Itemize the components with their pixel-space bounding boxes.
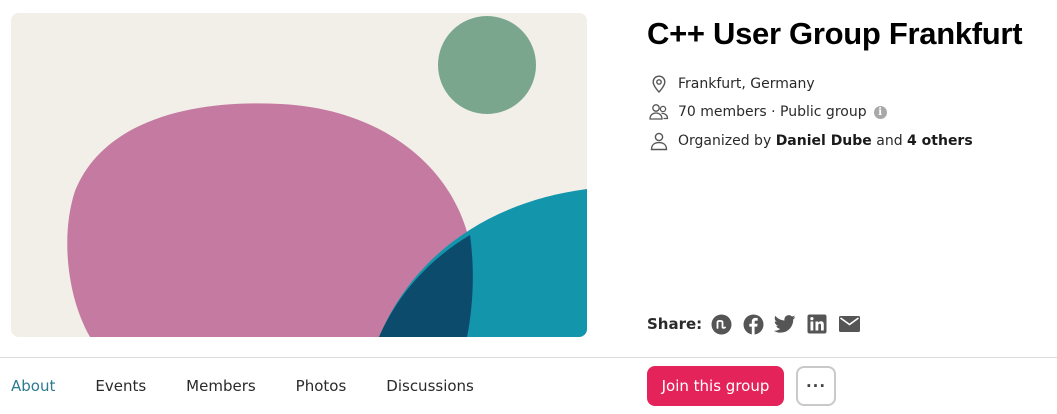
- organizer-others-link[interactable]: 4 others: [907, 133, 973, 149]
- join-group-button[interactable]: Join this group: [647, 366, 784, 406]
- location-row: Frankfurt, Germany: [648, 73, 815, 95]
- group-title: C++ User Group Frankfurt: [647, 16, 1023, 51]
- share-label: Share:: [647, 315, 703, 333]
- tab-photos[interactable]: Photos: [296, 375, 347, 397]
- members-row[interactable]: 70 members · Public group i: [648, 101, 887, 123]
- organized-by-label: Organized by: [678, 133, 772, 149]
- meetup-icon[interactable]: [710, 313, 732, 335]
- organizers-row: Organized by Daniel Dube and 4 others: [648, 130, 973, 152]
- twitter-icon[interactable]: [774, 313, 796, 335]
- info-icon[interactable]: i: [873, 105, 887, 119]
- header-divider: [0, 357, 1057, 358]
- tab-discussions[interactable]: Discussions: [386, 375, 474, 397]
- share-bar: Share:: [647, 313, 870, 335]
- members-text: 70 members · Public group: [678, 104, 867, 120]
- group-banner-image: [11, 13, 587, 337]
- linkedin-icon[interactable]: [806, 313, 828, 335]
- abstract-shapes-illustration: [11, 13, 587, 337]
- more-options-button[interactable]: ···: [796, 366, 836, 406]
- organized-and-text: and: [876, 133, 903, 149]
- location-text: Frankfurt, Germany: [678, 76, 815, 92]
- person-icon: [648, 130, 670, 152]
- group-tabs: About Events Members Photos Discussions: [11, 375, 514, 397]
- map-pin-icon: [648, 73, 670, 95]
- tab-about[interactable]: About: [11, 375, 55, 397]
- organizer-name-link[interactable]: Daniel Dube: [776, 133, 872, 149]
- tab-events[interactable]: Events: [95, 375, 146, 397]
- facebook-icon[interactable]: [742, 313, 764, 335]
- members-icon: [648, 101, 670, 123]
- email-icon[interactable]: [838, 313, 860, 335]
- tab-members[interactable]: Members: [186, 375, 256, 397]
